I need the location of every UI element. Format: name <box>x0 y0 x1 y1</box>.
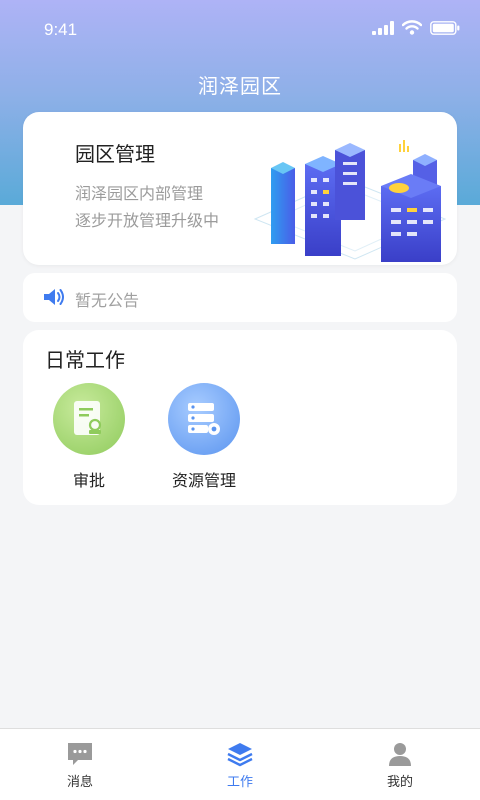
resource-management-label: 资源管理 <box>171 471 236 490</box>
resource-management-entry[interactable]: 资源管理 <box>154 383 254 491</box>
city-buildings-illustration <box>253 140 447 262</box>
banner-desc-line2: 逐步开放管理升级中 <box>75 211 220 230</box>
approval-document-icon <box>53 383 125 455</box>
chat-bubble-icon <box>68 743 92 765</box>
status-time: 9:41 <box>44 20 78 39</box>
tab-profile[interactable]: 我的 <box>350 729 450 800</box>
server-settings-icon <box>168 383 240 455</box>
status-bar: 9:41 <box>0 0 480 62</box>
approval-entry[interactable]: 审批 <box>39 383 139 491</box>
tab-messages[interactable]: 消息 <box>30 729 130 800</box>
banner-desc-line1: 润泽园区内部管理 <box>75 184 204 203</box>
battery-icon <box>430 20 460 35</box>
tab-messages-label: 消息 <box>66 775 93 790</box>
speaker-icon <box>44 289 64 305</box>
daily-work-section: 日常工作 审批 资源管理 <box>23 330 457 505</box>
tab-profile-label: 我的 <box>386 775 413 790</box>
wifi-icon <box>402 20 422 35</box>
bottom-tab-bar: 消息 工作 我的 <box>0 728 480 800</box>
person-icon <box>389 743 411 766</box>
tab-work-label: 工作 <box>226 775 253 790</box>
approval-label: 审批 <box>72 471 105 490</box>
announcement-bar[interactable]: 暂无公告 <box>23 273 457 322</box>
park-management-banner[interactable]: 园区管理 润泽园区内部管理 逐步开放管理升级中 <box>23 112 457 265</box>
banner-title: 园区管理 <box>75 142 155 166</box>
page-title: 润泽园区 <box>198 74 282 98</box>
tab-work[interactable]: 工作 <box>190 729 290 800</box>
banner-description: 润泽园区内部管理 逐步开放管理升级中 <box>75 180 219 234</box>
signal-icon <box>372 20 394 35</box>
status-icons <box>372 20 460 35</box>
section-title: 日常工作 <box>45 348 125 372</box>
layers-icon <box>227 743 253 767</box>
announcement-text: 暂无公告 <box>75 291 140 310</box>
